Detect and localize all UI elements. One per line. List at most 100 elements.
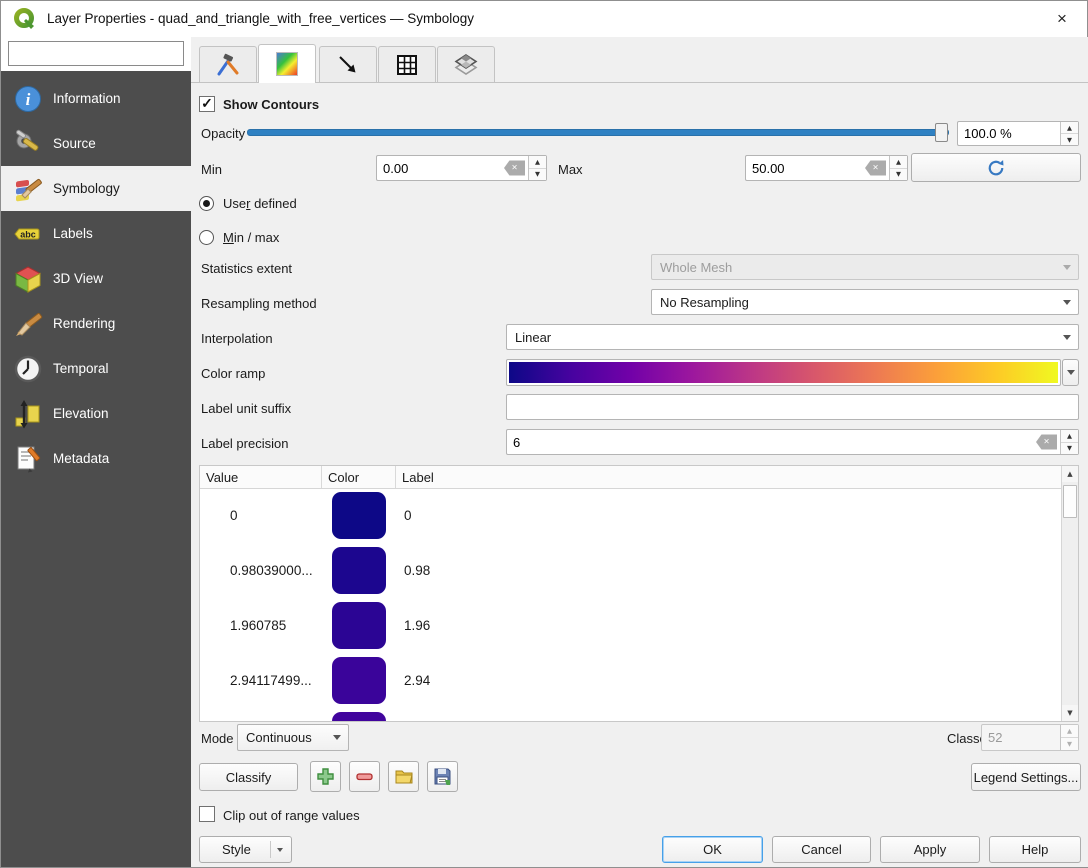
sidebar-item-label: Information: [53, 91, 121, 106]
user-defined-label: User defined: [223, 196, 297, 211]
min-max-radio[interactable]: [199, 230, 214, 245]
table-row[interactable]: 0.98039000... 0.98: [200, 543, 1062, 598]
cancel-button[interactable]: Cancel: [772, 836, 871, 863]
opacity-label: Opacity: [201, 126, 245, 141]
grid-icon: [395, 53, 419, 77]
tab-vectors[interactable]: [319, 46, 377, 82]
sidebar-search-strip: [1, 37, 191, 71]
window-title: Layer Properties - quad_and_triangle_wit…: [47, 11, 474, 26]
tab-averaging[interactable]: [437, 46, 495, 82]
sidebar-item-label: Temporal: [53, 361, 109, 376]
label-cell[interactable]: 0: [404, 488, 412, 543]
folder-icon: [394, 767, 414, 787]
label-precision-spinner[interactable]: ▲▼: [1060, 430, 1078, 454]
label-precision-spinbox: × ▲▼: [506, 429, 1079, 455]
color-swatch[interactable]: [332, 547, 386, 594]
label-precision-input[interactable]: [507, 430, 1078, 454]
sidebar-item-temporal[interactable]: Temporal: [1, 346, 191, 391]
min-spinner[interactable]: ▲▼: [528, 156, 546, 180]
table-row[interactable]: 00: [200, 488, 1062, 543]
label-cell[interactable]: 0.98: [404, 543, 430, 598]
sidebar-item-elevation[interactable]: Elevation: [1, 391, 191, 436]
information-icon: i: [13, 84, 43, 114]
max-spinner[interactable]: ▲▼: [889, 156, 907, 180]
column-header-color[interactable]: Color: [322, 466, 396, 488]
statistics-extent-dropdown[interactable]: Whole Mesh: [651, 254, 1079, 280]
sidebar-item-source[interactable]: Source: [1, 121, 191, 166]
classify-button[interactable]: Classify: [199, 763, 298, 791]
color-ramp-menu-button[interactable]: [1062, 359, 1079, 386]
clip-out-of-range-checkbox[interactable]: ✓: [199, 806, 215, 822]
opacity-slider-track[interactable]: [247, 129, 949, 136]
scroll-up-icon[interactable]: ▲: [1062, 466, 1078, 482]
apply-button[interactable]: Apply: [880, 836, 980, 863]
column-header-value[interactable]: Value: [200, 466, 322, 488]
interpolation-dropdown[interactable]: Linear: [506, 324, 1079, 350]
save-classes-button[interactable]: [427, 761, 458, 792]
color-swatch[interactable]: [332, 492, 386, 539]
clip-out-of-range-label: Clip out of range values: [223, 808, 360, 823]
tab-mesh-frame[interactable]: [378, 46, 436, 82]
min-label: Min: [201, 162, 222, 177]
color-swatch[interactable]: [332, 712, 386, 721]
label-unit-suffix-input[interactable]: [507, 395, 1078, 419]
resampling-method-label: Resampling method: [201, 296, 317, 311]
mode-dropdown[interactable]: Continuous: [237, 724, 349, 751]
legend-settings-button[interactable]: Legend Settings...: [971, 763, 1081, 791]
label-cell[interactable]: 2.94: [404, 653, 430, 708]
resampling-method-value: No Resampling: [660, 295, 749, 310]
sidebar-item-information[interactable]: i Information: [1, 76, 191, 121]
label-unit-suffix-label: Label unit suffix: [201, 401, 291, 416]
close-button[interactable]: ×: [1039, 1, 1085, 36]
color-ramp-label: Color ramp: [201, 366, 265, 381]
table-row[interactable]: 1.960785 1.96: [200, 598, 1062, 653]
value-cell[interactable]: 2.94117499...: [230, 653, 312, 708]
scrollbar-thumb[interactable]: [1063, 485, 1077, 518]
table-row[interactable]: 2.94117499... 2.94: [200, 653, 1062, 708]
plus-icon: [316, 767, 335, 786]
color-ramp-button[interactable]: [506, 359, 1061, 386]
sidebar-item-3d-view[interactable]: 3D View: [1, 256, 191, 301]
table-scrollbar[interactable]: ▲ ▼: [1061, 466, 1078, 721]
style-button-divider: [270, 841, 271, 858]
search-input[interactable]: [13, 41, 193, 66]
sidebar-item-label: Rendering: [53, 316, 115, 331]
table-row[interactable]: [200, 708, 1062, 721]
load-classes-button[interactable]: [388, 761, 419, 792]
reload-minmax-button[interactable]: [911, 153, 1081, 182]
sidebar-item-rendering[interactable]: Rendering: [1, 301, 191, 346]
style-button[interactable]: Style: [199, 836, 292, 863]
opacity-spinner[interactable]: ▲▼: [1060, 122, 1078, 145]
value-cell[interactable]: 0.98039000...: [230, 543, 313, 598]
scroll-down-icon[interactable]: ▼: [1062, 705, 1078, 721]
help-button[interactable]: Help: [989, 836, 1081, 863]
max-label: Max: [558, 162, 583, 177]
tab-general-settings[interactable]: [199, 46, 257, 82]
style-button-label: Style: [222, 842, 251, 857]
sidebar-item-metadata[interactable]: Metadata: [1, 436, 191, 481]
tools-icon: [215, 52, 241, 78]
opacity-slider-handle[interactable]: [935, 123, 948, 142]
sidebar-searchbox: [8, 41, 184, 66]
source-icon: [13, 129, 43, 159]
show-contours-checkbox[interactable]: ✓: [199, 96, 215, 112]
color-swatch[interactable]: [332, 657, 386, 704]
color-swatch[interactable]: [332, 602, 386, 649]
sidebar-item-labels[interactable]: abc Labels: [1, 211, 191, 256]
value-cell[interactable]: 1.960785: [230, 598, 286, 653]
value-cell[interactable]: 0: [230, 488, 238, 543]
column-header-label[interactable]: Label: [396, 466, 1062, 488]
layers-icon: [453, 52, 479, 78]
show-contours-label: Show Contours: [223, 97, 319, 112]
minus-icon: [355, 767, 374, 786]
resampling-method-dropdown[interactable]: No Resampling: [651, 289, 1079, 315]
label-cell[interactable]: 1.96: [404, 598, 430, 653]
sidebar-item-symbology[interactable]: Symbology: [1, 166, 191, 211]
sidebar: i Information Source Symbology abc Label…: [1, 37, 191, 867]
ok-button[interactable]: OK: [662, 836, 763, 863]
add-class-button[interactable]: [310, 761, 341, 792]
tab-contours[interactable]: [258, 44, 316, 83]
user-defined-radio[interactable]: [199, 196, 214, 211]
classes-spinbox: ▲▼: [981, 724, 1079, 751]
remove-class-button[interactable]: [349, 761, 380, 792]
